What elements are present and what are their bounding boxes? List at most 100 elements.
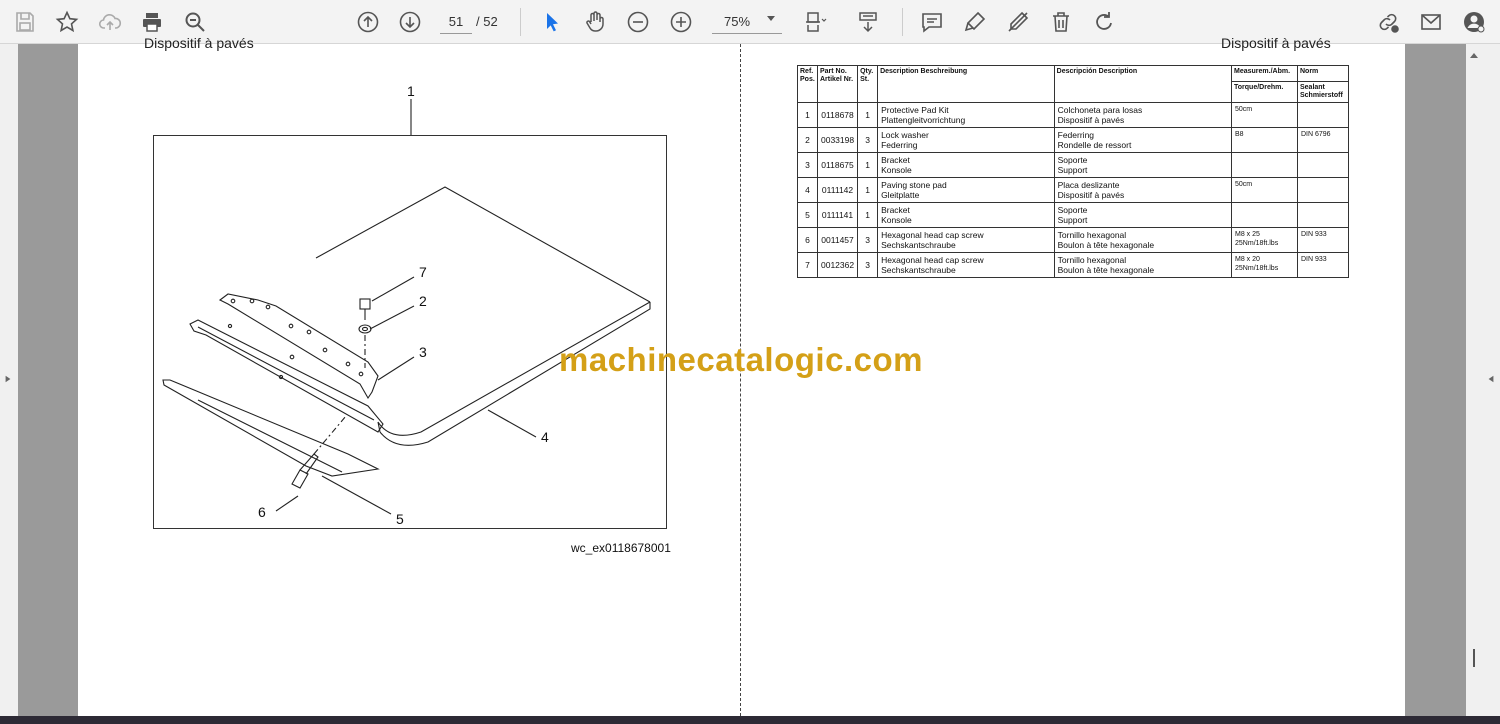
zoom-level-select[interactable]: 75% [712, 10, 782, 34]
save-icon[interactable] [10, 7, 40, 37]
undo-rotate-icon[interactable] [1089, 7, 1119, 37]
scroll-up-icon[interactable] [1470, 53, 1478, 58]
left-panel-toggle[interactable] [0, 44, 18, 716]
cell-desc-en-de: Bracket Konsole [877, 202, 1055, 228]
desc-de: Gleitplatte [881, 190, 920, 200]
table-row: 5 0111141 1 Bracket Konsole Soporte Support [797, 202, 1350, 228]
next-page-icon[interactable] [395, 7, 425, 37]
callout-6: 6 [258, 504, 266, 520]
chevron-down-icon[interactable] [767, 16, 775, 21]
torque-value: 25Nm/18ft.lbs [1235, 265, 1279, 272]
scroll-mode-icon[interactable] [853, 7, 883, 37]
cell-measure: 50cm [1231, 177, 1298, 203]
table-header-row: Ref. Pos. Part No. Artikel Nr. Qty. St. … [797, 65, 1350, 103]
expand-right-icon[interactable] [1487, 374, 1495, 384]
cell-norm [1296, 102, 1350, 128]
desc-fr: Dispositif à pavés [1057, 190, 1125, 200]
desc-en: Hexagonal head cap screw [881, 230, 984, 240]
desc-es: Soporte [1057, 205, 1088, 215]
cell-desc-en-de: Protective Pad Kit Plattengleitvorrichtun… [877, 102, 1055, 128]
page-number-input[interactable] [440, 10, 472, 34]
watermark: machinecatalogic.com [559, 341, 923, 378]
callout-5: 5 [396, 511, 404, 527]
zoom-out-icon[interactable] [623, 7, 653, 37]
cell-desc-es-fr: Federring Rondelle de ressort [1053, 127, 1233, 153]
find-icon[interactable] [180, 7, 210, 37]
col-torque: Torque/Drehm. [1231, 81, 1298, 103]
desc-de: Sechskantschraube [881, 240, 956, 250]
toolbar-separator [520, 8, 521, 36]
cell-measure [1231, 152, 1298, 178]
account-icon[interactable] [1459, 7, 1489, 37]
cell-measure: 50cm [1231, 102, 1298, 128]
desc-en: Lock washer [881, 130, 929, 140]
col-part-no: Part No. Artikel Nr. [816, 65, 859, 103]
previous-page-icon[interactable] [353, 7, 383, 37]
col-desc-es-fr: Descripción Description [1053, 65, 1233, 103]
cell-qty: 3 [857, 227, 879, 253]
cell-desc-en-de: Paving stone pad Gleitplatte [877, 177, 1055, 203]
cell-qty: 1 [857, 202, 879, 228]
table-row: 2 0033198 3 Lock washer Federring Federring Ro… [797, 127, 1350, 153]
select-cursor-icon[interactable] [537, 7, 567, 37]
cell-qty: 3 [857, 127, 879, 153]
upload-cloud-icon[interactable] [95, 7, 125, 37]
page-divider [740, 44, 741, 716]
zoom-level-value: 75% [724, 14, 751, 29]
cell-norm [1296, 202, 1350, 228]
email-icon[interactable] [1416, 7, 1446, 37]
scroll-thumb[interactable] [1473, 649, 1475, 667]
desc-es: Tornillo hexagonal [1057, 230, 1127, 240]
cell-desc-es-fr: Tornillo hexagonal Boulon à tête hexagona… [1053, 252, 1233, 278]
delete-icon[interactable] [1046, 7, 1076, 37]
desc-fr: Boulon à tête hexagonale [1057, 265, 1155, 275]
measure-value: B8 [1235, 131, 1244, 138]
cell-ref: 3 [797, 152, 818, 178]
desc-es: Colchoneta para losas [1057, 105, 1143, 115]
col-measure: Measurem./Abm. [1231, 65, 1298, 82]
expand-left-icon[interactable] [4, 374, 12, 384]
desc-en: Bracket [881, 205, 910, 215]
cell-norm: DIN 6796 [1296, 127, 1350, 153]
cell-qty: 1 [857, 152, 879, 178]
desc-de: Federring [881, 140, 918, 150]
cell-desc-es-fr: Placa deslizante Dispositif à pavés [1053, 177, 1233, 203]
table-row: 6 0011457 3 Hexagonal head cap screw Sechska… [797, 227, 1350, 253]
bookmark-star-icon[interactable] [52, 7, 82, 37]
cell-desc-es-fr: Colchoneta para losas Dispositif à pavés [1053, 102, 1233, 128]
comment-icon[interactable] [917, 7, 947, 37]
desc-de: Konsole [881, 165, 912, 175]
callout-2: 2 [419, 293, 427, 309]
cell-desc-es-fr: Tornillo hexagonal Boulon à tête hexagona… [1053, 227, 1233, 253]
col-desc-en-de: Description Beschreibung [877, 65, 1055, 103]
page-fit-icon[interactable] [800, 7, 830, 37]
desc-fr: Support [1057, 215, 1088, 225]
right-panel-toggle[interactable] [1482, 44, 1500, 716]
print-icon[interactable] [137, 7, 167, 37]
hand-tool-icon[interactable] [580, 7, 610, 37]
cell-measure: M8 x 20 25Nm/18ft.lbs [1231, 252, 1298, 278]
cell-qty: 3 [857, 252, 879, 278]
desc-en: Hexagonal head cap screw [881, 255, 984, 265]
callout-3: 3 [419, 344, 427, 360]
cell-part-no: 0111142 [816, 177, 859, 203]
vertical-scrollbar[interactable] [1466, 44, 1482, 716]
cell-measure: M8 x 25 25Nm/18ft.lbs [1231, 227, 1298, 253]
cell-part-no: 0012362 [816, 252, 859, 278]
zoom-in-icon[interactable] [666, 7, 696, 37]
draw-sign-icon[interactable] [1003, 7, 1033, 37]
table-row: 4 0111142 1 Paving stone pad Gleitplatte Plac… [797, 177, 1350, 203]
table-row: 3 0118675 1 Bracket Konsole Soporte Support [797, 152, 1350, 178]
desc-en: Protective Pad Kit [881, 105, 949, 115]
parts-table: Ref. Pos. Part No. Artikel Nr. Qty. St. … [797, 65, 1350, 278]
cell-part-no: 0111141 [816, 202, 859, 228]
cell-qty: 1 [857, 102, 879, 128]
cell-part-no: 0033198 [816, 127, 859, 153]
cell-ref: 4 [797, 177, 818, 203]
share-link-icon[interactable] [1373, 7, 1403, 37]
cell-desc-es-fr: Soporte Support [1053, 202, 1233, 228]
cell-norm: DIN 933 [1296, 252, 1350, 278]
highlight-pen-icon[interactable] [960, 7, 990, 37]
col-norm: Norm [1296, 65, 1350, 82]
cell-norm [1296, 177, 1350, 203]
